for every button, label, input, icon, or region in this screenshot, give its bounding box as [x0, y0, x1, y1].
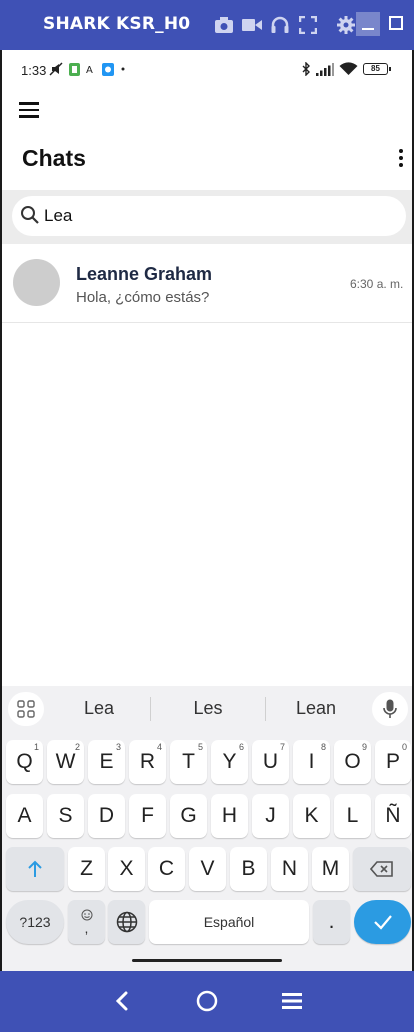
- key-r[interactable]: R4: [129, 740, 166, 784]
- key-k[interactable]: K: [293, 794, 330, 838]
- suggestion-strip: Lea Les Lean: [2, 686, 412, 730]
- key-x[interactable]: X: [108, 847, 145, 891]
- emulator-title-bar: SHARK KSR_H0: [0, 0, 414, 50]
- emulator-toolbar: [212, 13, 358, 37]
- video-icon[interactable]: [240, 13, 264, 37]
- page-title: Chats: [22, 145, 86, 171]
- app-notification-icon: [69, 62, 80, 76]
- key-z[interactable]: Z: [68, 847, 105, 891]
- key-j[interactable]: J: [252, 794, 289, 838]
- key-n-tilde[interactable]: Ñ: [375, 794, 411, 838]
- emulator-title: SHARK KSR_H0: [43, 14, 191, 34]
- key-p[interactable]: P0: [375, 740, 411, 784]
- key-n[interactable]: N: [271, 847, 308, 891]
- back-icon[interactable]: [114, 990, 130, 1012]
- home-icon[interactable]: [196, 990, 218, 1012]
- notification-icons: A: [49, 62, 126, 76]
- suggestion-2[interactable]: Les: [158, 698, 258, 719]
- more-options-icon[interactable]: [398, 149, 404, 167]
- suggestion-3[interactable]: Lean: [266, 698, 366, 719]
- camera-icon[interactable]: [212, 13, 236, 37]
- soft-keyboard: Lea Les Lean Q1 W2 E3 R4 T5 Y6 U7 I8 O9 …: [2, 686, 412, 971]
- screen: SHARK KSR_H0 1:33 A 85 Chats Lea Leanne …: [0, 0, 414, 1032]
- checkmark-icon: [373, 915, 392, 930]
- battery-icon: 85: [363, 63, 391, 75]
- translate-icon: A: [86, 65, 93, 75]
- key-a[interactable]: A: [6, 794, 43, 838]
- chat-last-message: Hola, ¿cómo estás?: [76, 289, 210, 306]
- key-v[interactable]: V: [189, 847, 226, 891]
- key-c[interactable]: C: [148, 847, 185, 891]
- key-w[interactable]: W2: [47, 740, 84, 784]
- apps-grid-icon[interactable]: [8, 692, 44, 726]
- minimize-button[interactable]: [356, 12, 380, 36]
- fullscreen-icon[interactable]: [296, 13, 320, 37]
- chat-list-item[interactable]: Leanne Graham Hola, ¿cómo estás? 6:30 a.…: [2, 244, 412, 323]
- status-time: 1:33: [21, 63, 47, 78]
- key-q[interactable]: Q1: [6, 740, 43, 784]
- signal-icon: [316, 62, 334, 76]
- headphones-icon[interactable]: [268, 13, 292, 37]
- key-t[interactable]: T5: [170, 740, 207, 784]
- microphone-icon[interactable]: [372, 692, 408, 726]
- phone-screen: 1:33 A 85 Chats Lea Leanne Graham Hola, …: [0, 50, 414, 971]
- wifi-icon: [339, 62, 358, 75]
- mute-icon: [49, 62, 63, 76]
- bluetooth-icon: [302, 62, 310, 76]
- more-notifications-icon: [121, 67, 125, 71]
- backspace-key[interactable]: [353, 847, 411, 891]
- search-box[interactable]: [12, 196, 406, 236]
- search-icon: [21, 206, 39, 224]
- key-e[interactable]: E3: [88, 740, 125, 784]
- language-key[interactable]: [108, 900, 145, 944]
- key-f[interactable]: F: [129, 794, 166, 838]
- menu-hamburger-icon[interactable]: [19, 102, 39, 118]
- key-u[interactable]: U7: [252, 740, 289, 784]
- system-status-icons: 85: [302, 62, 391, 76]
- key-m[interactable]: M: [312, 847, 349, 891]
- globe-icon: [116, 911, 137, 933]
- search-input[interactable]: [44, 205, 394, 227]
- key-h[interactable]: H: [211, 794, 248, 838]
- app-notification-icon-2: [102, 62, 114, 76]
- recents-menu-icon[interactable]: [281, 992, 303, 1010]
- settings-gear-icon[interactable]: [334, 13, 358, 37]
- key-b[interactable]: B: [230, 847, 267, 891]
- search-bar-container: [2, 190, 412, 244]
- key-d[interactable]: D: [88, 794, 125, 838]
- key-i[interactable]: I8: [293, 740, 330, 784]
- suggestion-divider: [150, 697, 151, 721]
- key-l[interactable]: L: [334, 794, 371, 838]
- enter-key[interactable]: [354, 900, 411, 944]
- gesture-handle[interactable]: [132, 959, 282, 962]
- navigation-bar: [0, 971, 414, 1032]
- maximize-button[interactable]: [389, 16, 403, 30]
- key-g[interactable]: G: [170, 794, 207, 838]
- status-bar: 1:33 A 85: [2, 50, 412, 90]
- emoji-comma-key[interactable]: ,: [68, 900, 105, 944]
- key-o[interactable]: O9: [334, 740, 371, 784]
- chat-contact-name: Leanne Graham: [76, 264, 213, 284]
- chat-timestamp: 6:30 a. m.: [350, 277, 404, 291]
- key-y[interactable]: Y6: [211, 740, 248, 784]
- suggestion-1[interactable]: Lea: [49, 698, 149, 719]
- shift-arrow-icon: [28, 860, 42, 877]
- key-s[interactable]: S: [47, 794, 84, 838]
- space-key[interactable]: Español: [149, 900, 309, 944]
- symbols-key[interactable]: ?123: [6, 900, 64, 944]
- avatar: [13, 259, 60, 306]
- svg-text:A: A: [86, 65, 93, 75]
- backspace-icon: [370, 861, 393, 877]
- shift-key[interactable]: [6, 847, 64, 891]
- period-key[interactable]: .: [313, 900, 350, 944]
